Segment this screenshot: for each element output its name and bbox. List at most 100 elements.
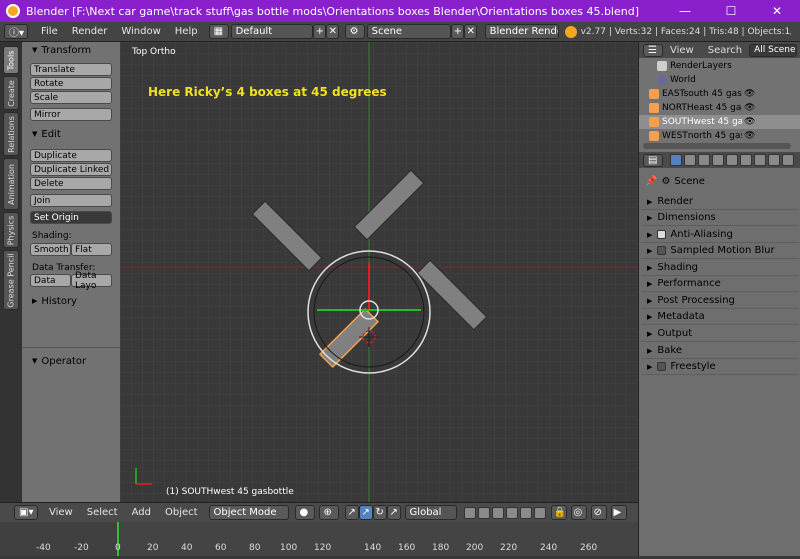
menu-select[interactable]: Select xyxy=(80,507,125,518)
viewport-canvas[interactable] xyxy=(120,42,638,502)
minimize-button[interactable]: — xyxy=(662,0,708,22)
tab-grease-pencil[interactable]: Grease Pencil xyxy=(3,250,19,310)
smooth-button[interactable]: Smooth xyxy=(30,243,71,256)
outliner-view-menu[interactable]: View xyxy=(663,45,701,56)
tab-create[interactable]: Create xyxy=(3,76,19,110)
properties-type-icon[interactable]: ▤ xyxy=(643,153,663,167)
duplicate-linked-button[interactable]: Duplicate Linked xyxy=(30,163,112,176)
tab-tools[interactable]: Tools xyxy=(3,46,19,74)
mirror-button[interactable]: Mirror xyxy=(30,108,112,121)
visibility-eye-icon[interactable]: 👁 xyxy=(744,131,755,141)
scale-button[interactable]: Scale xyxy=(30,91,112,104)
data-layout-button[interactable]: Data Layo xyxy=(71,271,112,291)
menu-view[interactable]: View xyxy=(42,507,80,518)
duplicate-button[interactable]: Duplicate xyxy=(30,149,112,162)
render-preview-icon[interactable]: ▶ xyxy=(610,505,627,520)
visibility-eye-icon[interactable]: 👁 xyxy=(744,89,755,99)
delete-button[interactable]: Delete xyxy=(30,177,112,190)
outliner-item-southwest[interactable]: SOUTHwest 45 gas 👁 xyxy=(639,115,800,129)
menu-object[interactable]: Object xyxy=(158,507,205,518)
maximize-button[interactable]: ☐ xyxy=(708,0,754,22)
outliner-item-world[interactable]: World xyxy=(639,73,800,87)
panel-dimensions[interactable]: Dimensions xyxy=(641,210,799,226)
3d-viewport[interactable]: Top Ortho Here Ricky’s 4 boxes at 45 deg… xyxy=(120,42,638,502)
menu-window[interactable]: Window xyxy=(114,26,167,37)
outliner-type-icon[interactable]: ☰ xyxy=(643,43,663,57)
lock-layers-icon[interactable]: 🔒 xyxy=(550,505,567,520)
scene-selector[interactable]: Scene xyxy=(366,24,451,39)
viewport-shading-icon[interactable]: ● xyxy=(294,505,315,520)
panel-output[interactable]: Output xyxy=(641,326,799,342)
menu-add[interactable]: Add xyxy=(125,507,158,518)
layout-icon[interactable]: ▦ xyxy=(208,24,229,39)
snap-icon[interactable]: ⊘ xyxy=(590,505,607,520)
panel-freestyle[interactable]: Freestyle xyxy=(641,359,799,375)
outliner-item-westnorth[interactable]: WESTnorth 45 gasb 👁 xyxy=(639,129,800,143)
manipulator-toggle-icon[interactable]: ↗ xyxy=(344,505,359,520)
edit-panel-header[interactable]: Edit xyxy=(22,126,120,142)
transform-panel-header[interactable]: Transform xyxy=(22,42,120,58)
mode-selector[interactable]: Object Mode xyxy=(208,505,289,520)
flat-button[interactable]: Flat xyxy=(71,243,112,256)
anti-aliasing-checkbox[interactable] xyxy=(657,230,667,239)
orientation-selector[interactable]: Global xyxy=(404,505,457,520)
panel-shading[interactable]: Shading xyxy=(641,260,799,276)
visibility-eye-icon[interactable]: 👁 xyxy=(744,117,755,127)
outliner-search-menu[interactable]: Search xyxy=(701,45,749,56)
operator-panel-header[interactable]: Operator xyxy=(22,353,120,369)
outliner-item-northeast[interactable]: NORTHeast 45 gasb👁 xyxy=(639,101,800,115)
visibility-eye-icon[interactable]: 👁 xyxy=(744,103,755,113)
join-button[interactable]: Join xyxy=(30,194,112,207)
layer-buttons[interactable] xyxy=(463,506,547,519)
layout-selector[interactable]: Default xyxy=(230,24,313,39)
rotate-manipulator-icon[interactable]: ↻ xyxy=(372,505,387,520)
tab-physics[interactable]: Physics xyxy=(3,212,19,248)
pin-icon[interactable]: 📌 xyxy=(645,176,657,187)
data-button[interactable]: Data xyxy=(30,274,71,287)
scene-icon[interactable]: ⚙ xyxy=(344,24,365,39)
outliner-item-renderlayers[interactable]: RenderLayers xyxy=(639,59,800,73)
tab-relations[interactable]: Relations xyxy=(3,112,19,156)
remove-layout-button[interactable]: ✕ xyxy=(325,24,339,39)
panel-metadata[interactable]: Metadata xyxy=(641,309,799,325)
history-panel-header[interactable]: History xyxy=(22,293,120,309)
editor-type-3d-icon[interactable]: ▣▾ xyxy=(14,505,38,520)
timeline-tick: 180 xyxy=(432,543,450,553)
outliner-filter-selector[interactable]: All Scenes xyxy=(749,43,798,57)
panel-anti-aliasing[interactable]: Anti-Aliasing xyxy=(641,227,799,243)
remove-scene-button[interactable]: ✕ xyxy=(463,24,477,39)
pivot-point-icon[interactable]: ⊕ xyxy=(318,505,339,520)
freestyle-checkbox[interactable] xyxy=(657,362,667,371)
add-layout-button[interactable]: + xyxy=(312,24,326,39)
menu-help[interactable]: Help xyxy=(168,26,205,37)
scale-manipulator-icon[interactable]: ↗ xyxy=(386,505,401,520)
panel-bake[interactable]: Bake xyxy=(641,343,799,359)
add-scene-button[interactable]: + xyxy=(450,24,464,39)
tab-animation[interactable]: Animation xyxy=(3,158,19,210)
panel-motion-blur[interactable]: Sampled Motion Blur xyxy=(641,243,799,259)
render-engine-selector[interactable]: Blender Render xyxy=(484,24,559,39)
panel-performance[interactable]: Performance xyxy=(641,276,799,292)
outliner-scrollbar[interactable] xyxy=(643,143,791,149)
timeline-tick: 80 xyxy=(249,543,261,553)
rotate-button[interactable]: Rotate xyxy=(30,77,112,90)
panel-post-processing[interactable]: Post Processing xyxy=(641,293,799,309)
blender-icon xyxy=(564,25,577,38)
properties-context-tabs[interactable] xyxy=(669,154,795,166)
motion-blur-checkbox[interactable] xyxy=(657,246,667,255)
timeline-tick: 220 xyxy=(500,543,518,553)
outliner: ☰ View Search All Scenes RenderLayers Wo… xyxy=(639,42,800,152)
translate-button[interactable]: Translate xyxy=(30,63,112,76)
translate-manipulator-icon[interactable]: ↗ xyxy=(358,505,373,520)
outliner-item-eastsouth[interactable]: EASTsouth 45 gasbo👁 xyxy=(639,87,800,101)
close-button[interactable]: ✕ xyxy=(754,0,800,22)
timeline-tick: -40 xyxy=(36,543,51,553)
panel-render[interactable]: Render xyxy=(641,194,799,210)
set-origin-dropdown[interactable]: Set Origin xyxy=(30,211,112,224)
menu-render[interactable]: Render xyxy=(65,26,115,37)
proportional-edit-icon[interactable]: ◎ xyxy=(570,505,587,520)
editor-type-icon[interactable]: ⓘ▾ xyxy=(4,24,28,39)
menu-file[interactable]: File xyxy=(34,26,65,37)
timeline[interactable]: -40 -20 0 20 40 60 80 100 120 140 160 18… xyxy=(0,522,638,556)
info-header: ⓘ▾ File Render Window Help ▦ Default + ✕… xyxy=(0,22,800,42)
